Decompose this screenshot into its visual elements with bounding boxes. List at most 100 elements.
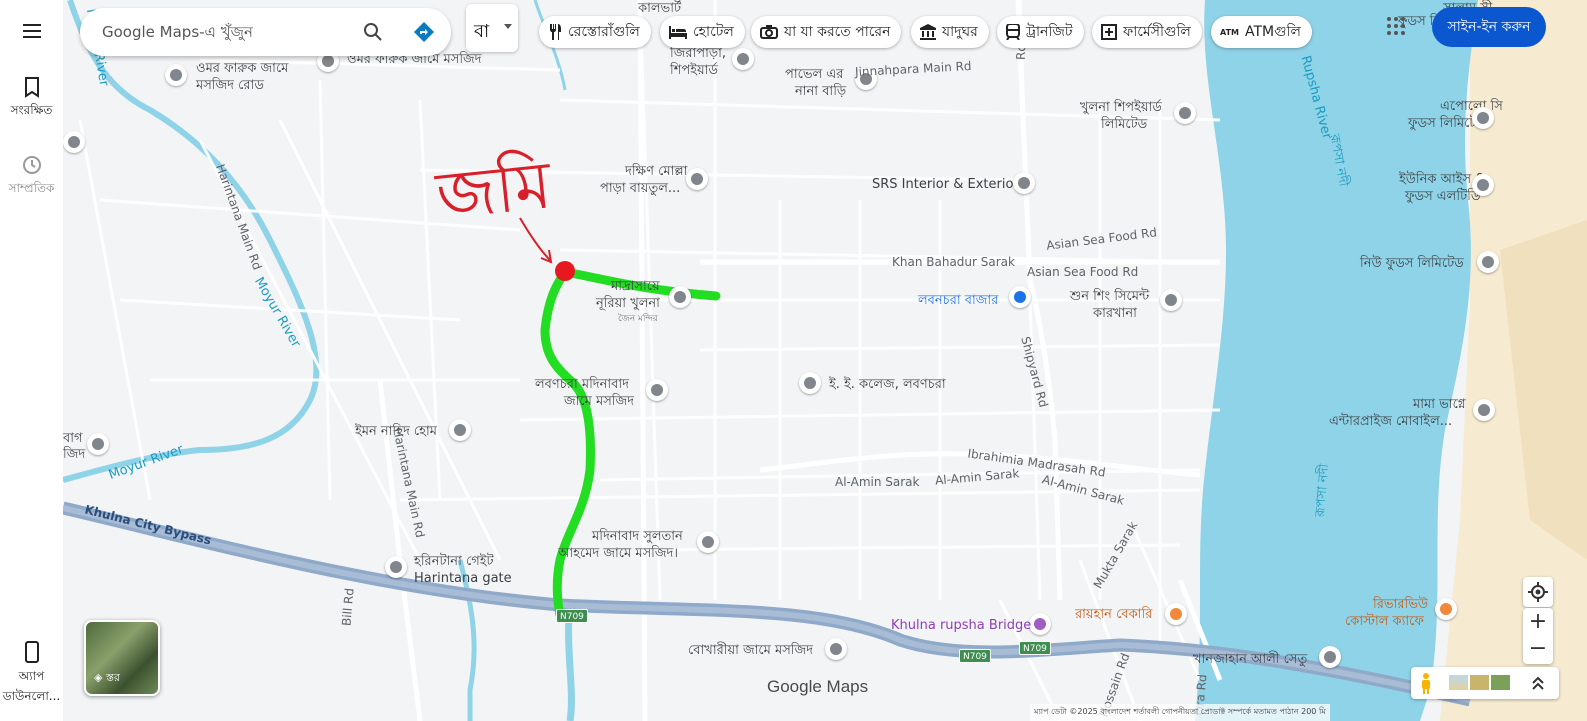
shopping-cart-icon[interactable] bbox=[1009, 286, 1031, 308]
school-icon[interactable] bbox=[799, 372, 821, 394]
pharmacy-icon bbox=[1101, 24, 1117, 40]
poi-pin-icon[interactable] bbox=[1477, 251, 1499, 273]
pegman-icon[interactable] bbox=[1419, 672, 1433, 694]
poi-pin-icon[interactable] bbox=[385, 556, 407, 578]
place-label[interactable]: শুন শিং সিমেন্ট bbox=[1070, 288, 1149, 305]
place-label[interactable]: নানা বাড়ি bbox=[795, 83, 846, 100]
place-label[interactable]: কালভার্ট bbox=[638, 0, 681, 17]
place-label[interactable]: হরিনটানা গেইট bbox=[414, 553, 494, 570]
place-label[interactable]: খুলনা শিপইয়ার্ড bbox=[1080, 99, 1162, 116]
search-input[interactable] bbox=[102, 20, 352, 44]
place-label[interactable]: আহমেদ জামে মসজিদ। bbox=[558, 545, 678, 562]
traffic-thumbnail[interactable] bbox=[1491, 675, 1510, 690]
poi-pin-icon[interactable] bbox=[1319, 646, 1341, 668]
place-label[interactable]: ফুডস এলটিডি bbox=[1405, 188, 1480, 205]
mosque-icon[interactable] bbox=[646, 379, 668, 401]
map-canvas[interactable]: জমি ওমর ফারুক জামে মসজিদ রোড ওমর ফারুক জ… bbox=[63, 0, 1587, 721]
place-label[interactable]: নূরিয়া খুলনা bbox=[596, 295, 660, 312]
chip-atms[interactable]: ATM ATMগুলি bbox=[1211, 16, 1312, 48]
chip-label: যা যা করতে পারেন bbox=[784, 24, 891, 40]
app-label-line1: অ্যাপ bbox=[18, 669, 45, 683]
chip-label: ট্রানজিট bbox=[1026, 24, 1073, 40]
zoom-in-button[interactable]: + bbox=[1523, 608, 1553, 636]
chip-label: যাদুঘর bbox=[942, 24, 978, 40]
place-label[interactable]: জামে মসজিদ bbox=[564, 393, 634, 410]
place-label[interactable]: কোস্টাল ক্যাফে bbox=[1345, 613, 1424, 630]
place-label[interactable]: ই. ই. কলেজ, লবণচরা bbox=[829, 376, 946, 393]
place-label[interactable]: লিমিটেড bbox=[1101, 116, 1147, 133]
terrain-thumbnail[interactable] bbox=[1449, 675, 1468, 690]
poi-pin-icon[interactable] bbox=[1174, 102, 1196, 124]
bookmark-icon bbox=[24, 77, 39, 98]
place-label[interactable]: নিউ ফুডস লিমিটেড bbox=[1360, 255, 1464, 272]
place-label[interactable]: মামা ভাগ্নে bbox=[1413, 396, 1466, 413]
chip-hotels[interactable]: হোটেল bbox=[660, 16, 745, 48]
place-label[interactable]: Harintana gate bbox=[414, 570, 512, 587]
poi-pin-icon[interactable] bbox=[669, 286, 691, 308]
mosque-icon[interactable] bbox=[63, 131, 85, 153]
poi-pin-icon[interactable] bbox=[1472, 107, 1494, 129]
mosque-icon[interactable] bbox=[825, 638, 847, 660]
place-label[interactable]: জৈন মন্দির bbox=[618, 311, 658, 328]
place-label[interactable]: লবণচরা মদিনাবাদ bbox=[535, 376, 629, 393]
place-label[interactable]: মাদ্রাসায়ে bbox=[611, 278, 660, 295]
menu-button[interactable] bbox=[0, 20, 63, 46]
satellite-thumbnail[interactable] bbox=[1470, 675, 1489, 690]
chip-restaurants[interactable]: রেস্তোরাঁগুলি bbox=[539, 16, 651, 48]
zoom-out-button[interactable]: − bbox=[1523, 636, 1553, 664]
directions-icon[interactable] bbox=[412, 20, 436, 44]
place-label[interactable]: বোখারীয়া জামে মসজিদ bbox=[688, 642, 813, 659]
road-label: Khan Bahadur Sarak bbox=[892, 255, 1015, 269]
language-switcher[interactable]: বা bbox=[466, 4, 518, 52]
my-location-button[interactable] bbox=[1523, 577, 1553, 607]
search-box[interactable] bbox=[80, 8, 451, 56]
poi-pin-icon[interactable] bbox=[1160, 289, 1182, 311]
place-label[interactable]: ওমর ফারুক জামে bbox=[196, 60, 288, 77]
poi-pin-icon[interactable] bbox=[449, 419, 471, 441]
place-label[interactable]: শিপইয়ার্ড bbox=[670, 62, 718, 79]
place-label[interactable]: লবনচরা বাজার bbox=[918, 292, 998, 309]
chip-museums[interactable]: যাদুঘর bbox=[911, 16, 989, 48]
place-label[interactable]: রিভারভিউ bbox=[1373, 596, 1428, 613]
poi-pin-icon[interactable] bbox=[732, 48, 754, 70]
place-label[interactable]: কারখানা bbox=[1093, 305, 1137, 322]
place-label[interactable]: পাড়া বায়তুল... bbox=[600, 180, 680, 197]
camera-poi-icon[interactable] bbox=[1029, 613, 1051, 635]
poi-pin-icon[interactable] bbox=[1472, 174, 1494, 196]
chevron-up-icon[interactable] bbox=[1532, 676, 1544, 690]
sign-in-button[interactable]: সাইন-ইন করুন bbox=[1432, 7, 1546, 47]
apps-button[interactable] bbox=[1386, 16, 1406, 40]
download-app-button[interactable]: অ্যাপ ডাউনলো... bbox=[0, 640, 63, 708]
chip-pharmacies[interactable]: ফার্মেসীগুলি bbox=[1092, 16, 1202, 48]
place-label[interactable]: SRS Interior & Exterior bbox=[872, 176, 1019, 193]
mosque-icon[interactable] bbox=[697, 531, 719, 553]
layers-button[interactable]: ◈ স্তর bbox=[84, 620, 160, 696]
food-icon[interactable] bbox=[1165, 603, 1187, 625]
app-label-line2: ডাউনলো... bbox=[2, 689, 61, 703]
place-label[interactable]: খানজাহান আলী সেতু bbox=[1193, 651, 1307, 668]
search-icon[interactable] bbox=[362, 21, 384, 43]
food-icon[interactable] bbox=[1435, 598, 1457, 620]
mosque-icon[interactable] bbox=[686, 168, 708, 190]
chip-things-to-do[interactable]: যা যা করতে পারেন bbox=[751, 16, 902, 48]
place-label[interactable]: এন্টারপ্রাইজ মোবাইল... bbox=[1329, 413, 1452, 430]
recent-button[interactable]: সাম্প্রতিক bbox=[0, 154, 63, 200]
map-mode-bar bbox=[1411, 667, 1559, 699]
place-label[interactable]: Khulna rupsha Bridge bbox=[891, 617, 1031, 634]
place-label[interactable]: মসজিদ রোড bbox=[196, 77, 264, 94]
chip-transit[interactable]: ট্রানজিট bbox=[997, 16, 1084, 48]
place-label[interactable]: পাভেল এর bbox=[785, 66, 843, 83]
poi-pin-icon[interactable] bbox=[1473, 399, 1495, 421]
place-label[interactable]: রায়হান বেকারি bbox=[1075, 606, 1152, 623]
place-label[interactable]: বাগ bbox=[63, 430, 83, 447]
saved-button[interactable]: সংরক্ষিত bbox=[0, 76, 63, 122]
mosque-icon[interactable] bbox=[87, 433, 109, 455]
place-label[interactable]: জিদ bbox=[63, 446, 85, 463]
place-label[interactable]: মদিনাবাদ সুলতান bbox=[592, 528, 683, 545]
place-label[interactable]: এপোলো সি bbox=[1440, 98, 1503, 115]
poi-pin-icon[interactable] bbox=[165, 64, 187, 86]
my-location-icon bbox=[1528, 582, 1548, 602]
place-label[interactable]: দক্ষিণ মোল্লা bbox=[625, 163, 687, 180]
language-label: বা bbox=[474, 21, 490, 42]
poi-pin-icon[interactable] bbox=[1013, 172, 1035, 194]
